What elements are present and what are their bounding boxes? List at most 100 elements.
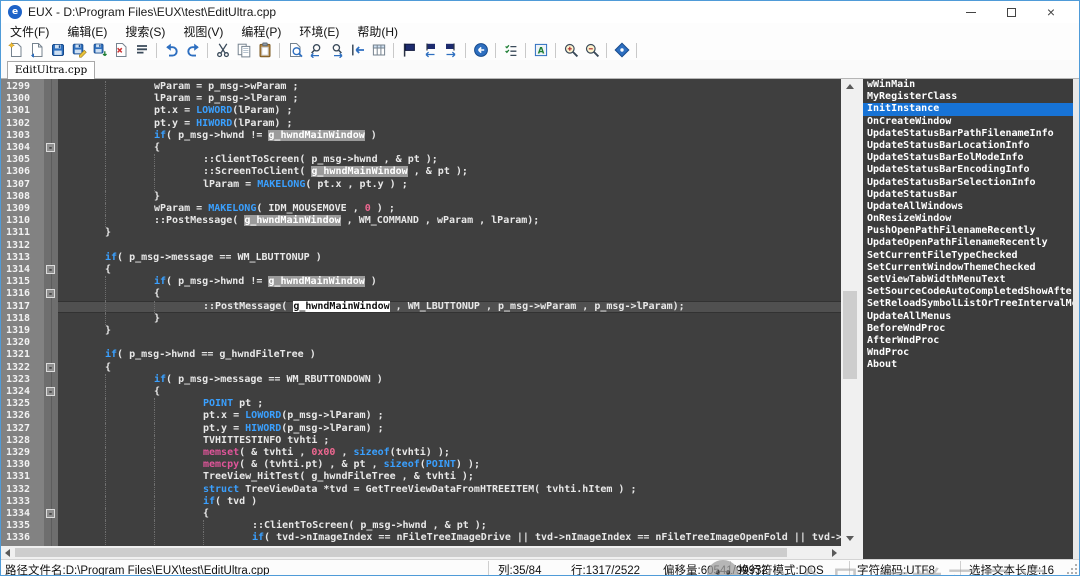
code-line[interactable]: 1309wParam = MAKELONG( IDM_MOUSEMOVE , 0…: [1, 203, 841, 215]
bookmark-icon[interactable]: [398, 41, 419, 60]
function-list-item[interactable]: AfterWndProc: [863, 335, 1079, 347]
undo-icon[interactable]: [161, 41, 182, 60]
code-line[interactable]: 1300lParam = p_msg->lParam ;: [1, 93, 841, 105]
fold-collapse-icon[interactable]: -: [46, 509, 55, 518]
fold-collapse-icon[interactable]: -: [46, 289, 55, 298]
copy-icon[interactable]: [233, 41, 254, 60]
code-line[interactable]: 1331TreeView_HitTest( g_hwndFileTree , &…: [1, 471, 841, 483]
replace-icon[interactable]: [347, 41, 368, 60]
close-button[interactable]: ×: [1031, 1, 1071, 23]
code-line[interactable]: 1322-{: [1, 362, 841, 374]
back-icon[interactable]: [470, 41, 491, 60]
vertical-scrollbar[interactable]: [841, 79, 859, 546]
function-list-item[interactable]: SetCurrentFileTypeChecked: [863, 250, 1079, 262]
fold-collapse-icon[interactable]: -: [46, 363, 55, 372]
bookmark-next-icon[interactable]: [440, 41, 461, 60]
function-list-item[interactable]: UpdateAllWindows: [863, 201, 1079, 213]
code-line[interactable]: 1327pt.y = HIWORD(p_msg->lParam) ;: [1, 423, 841, 435]
code-line[interactable]: 1334-{: [1, 508, 841, 520]
save-all-icon[interactable]: [89, 41, 110, 60]
code-line[interactable]: 1303if( p_msg->hwnd != g_hwndMainWindow …: [1, 130, 841, 142]
code-line[interactable]: 1302pt.y = HIWORD(lParam) ;: [1, 118, 841, 130]
code-line[interactable]: 1333if( tvd ): [1, 496, 841, 508]
code-line[interactable]: 1319}: [1, 325, 841, 337]
function-list-item[interactable]: wWinMain: [863, 79, 1079, 91]
code-line[interactable]: 1325POINT pt ;: [1, 398, 841, 410]
menu-item-2[interactable]: 搜索(S): [116, 23, 174, 40]
function-list-item[interactable]: WndProc: [863, 347, 1079, 359]
code-line[interactable]: 1335::ClientToScreen( p_msg->hwnd , & pt…: [1, 520, 841, 532]
code-line[interactable]: 1315if( p_msg->hwnd != g_hwndMainWindow …: [1, 276, 841, 288]
redo-icon[interactable]: [182, 41, 203, 60]
code-line[interactable]: 1305::ClientToScreen( p_msg->hwnd , & pt…: [1, 154, 841, 166]
fold-collapse-icon[interactable]: -: [46, 143, 55, 152]
scroll-right-icon[interactable]: [832, 549, 837, 557]
code-editor[interactable]: 1299wParam = p_msg->wParam ;1300lParam =…: [1, 79, 841, 546]
code-line[interactable]: 1320: [1, 337, 841, 349]
code-line[interactable]: 1332struct TreeViewData *tvd = GetTreeVi…: [1, 484, 841, 496]
function-list-item[interactable]: UpdateStatusBarLocationInfo: [863, 140, 1079, 152]
code-line[interactable]: 1328TVHITTESTINFO tvhti ;: [1, 435, 841, 447]
code-line[interactable]: 1313if( p_msg->message == WM_LBUTTONUP ): [1, 252, 841, 264]
bookmark-prev-icon[interactable]: [419, 41, 440, 60]
symbol-list-icon[interactable]: A: [530, 41, 551, 60]
find-next-icon[interactable]: [326, 41, 347, 60]
cut-icon[interactable]: [212, 41, 233, 60]
function-list-item[interactable]: UpdateStatusBar: [863, 189, 1079, 201]
paste-icon[interactable]: [254, 41, 275, 60]
vertical-scrollbar-thumb[interactable]: [843, 291, 857, 379]
function-list-item[interactable]: SetReloadSymbolListOrTreeIntervalMe: [863, 298, 1079, 310]
function-grid-icon[interactable]: [368, 41, 389, 60]
scroll-left-icon[interactable]: [5, 549, 10, 557]
function-list-item[interactable]: SetSourceCodeAutoCompletedShowAfter: [863, 286, 1079, 298]
function-list-item[interactable]: InitInstance: [863, 103, 1079, 115]
function-list-item[interactable]: UpdateStatusBarEolModeInfo: [863, 152, 1079, 164]
code-line[interactable]: 1314-{: [1, 264, 841, 276]
menu-item-6[interactable]: 帮助(H): [348, 23, 407, 40]
horizontal-scrollbar[interactable]: [1, 546, 841, 559]
function-list-item[interactable]: BeforeWndProc: [863, 323, 1079, 335]
function-list-item[interactable]: About: [863, 359, 1079, 371]
code-line[interactable]: 1330memcpy( & (tvhti.pt) , & pt , sizeof…: [1, 459, 841, 471]
function-list-item[interactable]: MyRegisterClass: [863, 91, 1079, 103]
code-line[interactable]: 1304-{: [1, 142, 841, 154]
panel-scrollbar[interactable]: [1073, 79, 1079, 559]
new-file-icon[interactable]: [5, 41, 26, 60]
function-list-item[interactable]: OnResizeWindow: [863, 213, 1079, 225]
line-list-icon[interactable]: [131, 41, 152, 60]
find-icon[interactable]: [284, 41, 305, 60]
menu-item-3[interactable]: 视图(V): [174, 23, 232, 40]
code-line[interactable]: 1317::PostMessage( g_hwndMainWindow , WM…: [1, 301, 841, 313]
horizontal-scrollbar-thumb[interactable]: [15, 548, 787, 557]
code-line[interactable]: 1336if( tvd->nImageIndex == nFileTreeIma…: [1, 532, 841, 544]
code-line[interactable]: 1323if( p_msg->message == WM_RBUTTONDOWN…: [1, 374, 841, 386]
code-line[interactable]: 1324-{: [1, 386, 841, 398]
code-line[interactable]: 1311}: [1, 227, 841, 239]
function-list-item[interactable]: SetViewTabWidthMenuText: [863, 274, 1079, 286]
find-prev-icon[interactable]: [305, 41, 326, 60]
function-list-item[interactable]: UpdateStatusBarEncodingInfo: [863, 164, 1079, 176]
menu-item-4[interactable]: 编程(P): [232, 23, 290, 40]
close-file-icon[interactable]: [110, 41, 131, 60]
about-icon[interactable]: [611, 41, 632, 60]
function-list-item[interactable]: OnCreateWindow: [863, 116, 1079, 128]
fold-collapse-icon[interactable]: -: [46, 265, 55, 274]
fold-collapse-icon[interactable]: -: [46, 387, 55, 396]
function-list-item[interactable]: UpdateStatusBarSelectionInfo: [863, 177, 1079, 189]
function-list-item[interactable]: UpdateOpenPathFilenameRecently: [863, 237, 1079, 249]
zoom-out-icon[interactable]: [581, 41, 602, 60]
maximize-button[interactable]: [991, 1, 1031, 23]
tab-editultra-cpp[interactable]: EditUltra.cpp: [7, 61, 95, 79]
code-line[interactable]: 1299wParam = p_msg->wParam ;: [1, 81, 841, 93]
code-line[interactable]: 1307lParam = MAKELONG( pt.x , pt.y ) ;: [1, 179, 841, 191]
open-file-icon[interactable]: [26, 41, 47, 60]
menu-item-1[interactable]: 编辑(E): [58, 23, 116, 40]
save-icon[interactable]: [47, 41, 68, 60]
scroll-down-icon[interactable]: [846, 536, 854, 541]
code-line[interactable]: 1329memset( & tvhti , 0x00 , sizeof(tvht…: [1, 447, 841, 459]
code-line[interactable]: 1326pt.x = LOWORD(p_msg->lParam) ;: [1, 410, 841, 422]
function-list-item[interactable]: PushOpenPathFilenameRecently: [863, 225, 1079, 237]
menu-item-5[interactable]: 环境(E): [290, 23, 348, 40]
zoom-in-icon[interactable]: [560, 41, 581, 60]
function-list-item[interactable]: UpdateAllMenus: [863, 311, 1079, 323]
